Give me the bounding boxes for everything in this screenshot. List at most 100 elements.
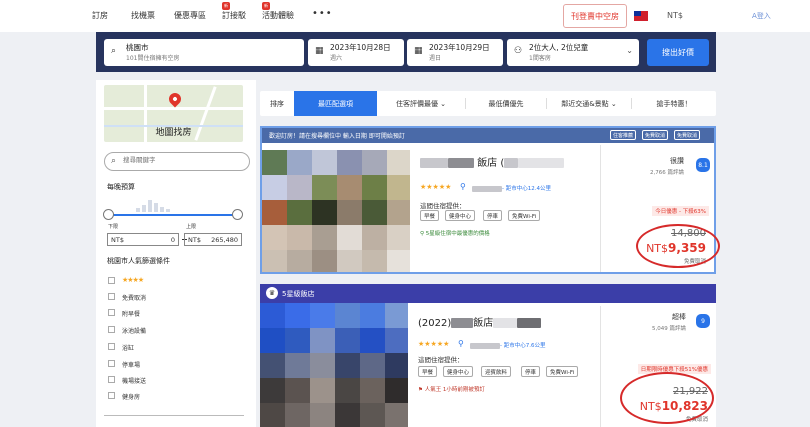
min-label: 下限 xyxy=(108,224,119,230)
checkbox[interactable] xyxy=(108,277,115,284)
distance-text: - 距市中心12.4公里 xyxy=(502,186,551,192)
sort-hot-deals[interactable]: 搶手特惠！ xyxy=(632,91,716,116)
deal-badge: 今日優惠 - 下殺63% xyxy=(652,206,709,216)
hotel-name[interactable]: 飯店 ( xyxy=(420,154,565,169)
chevron-down-icon: ⌄ xyxy=(626,46,633,55)
budget-title: 每晚預算 xyxy=(107,183,135,191)
facilities-title: 這間住宿提供： xyxy=(418,356,464,364)
facility-tag: 早餐 xyxy=(418,366,438,377)
calendar-icon: ▦ xyxy=(414,46,423,56)
facility-tag: 健身中心 xyxy=(445,210,476,221)
star-rating: ★★★★ xyxy=(122,276,144,284)
guests-icon: ⚇ xyxy=(514,46,523,56)
rating-label: 超棒 xyxy=(672,313,686,321)
search-icon: ⌕ xyxy=(111,46,117,56)
search-icon: ⌕ xyxy=(111,156,117,166)
hotel-photo[interactable] xyxy=(262,150,410,272)
review-count[interactable]: 5,049 篇評論 xyxy=(652,324,686,332)
sort-nearby[interactable]: 鄰近交通&景點 ⌄ xyxy=(547,91,631,116)
budget-max-handle[interactable] xyxy=(232,209,243,220)
card-banner: 歡迎訂房！請在搜尋欄位中 輸入日期 即可開始預訂 住客推薦 免費取消 免費取消 xyxy=(262,128,714,143)
facility-tag: 迎賓飲料 xyxy=(481,366,512,377)
hotel-photo[interactable] xyxy=(260,303,408,427)
facility-tag: 健身中心 xyxy=(443,366,474,377)
calendar-icon: ▦ xyxy=(315,46,324,56)
more-menu-icon[interactable]: ••• xyxy=(312,8,333,19)
currency-selector[interactable]: NT$ xyxy=(667,11,683,20)
keyword-search-input[interactable] xyxy=(123,156,243,164)
map-search-tile[interactable]: 地圖找房 xyxy=(104,85,243,142)
tag-pill: 免費取消 xyxy=(674,130,701,140)
taiwan-flag-icon[interactable] xyxy=(634,11,648,21)
checkbox[interactable] xyxy=(108,343,115,350)
nav-flights[interactable]: 找機票 xyxy=(131,10,155,21)
sort-top-rated[interactable]: 住客評價最優 ⌄ xyxy=(377,91,465,116)
score-badge: 9 xyxy=(696,314,710,328)
sort-best-match[interactable]: 最匹配選項 xyxy=(294,91,377,116)
budget-min-handle[interactable] xyxy=(103,209,114,220)
chevron-down-icon: ⌄ xyxy=(608,99,617,108)
annotation-circle xyxy=(620,372,714,424)
chevron-down-icon: ⌄ xyxy=(437,99,447,108)
map-label: 地圖找房 xyxy=(155,128,192,138)
card-banner: ♛ 5星級飯店 xyxy=(260,284,716,303)
nav-deals[interactable]: 優惠專區 xyxy=(174,10,206,21)
distance-text: - 距市中心7.6公里 xyxy=(500,343,546,349)
hotel-card[interactable]: ♛ 5星級飯店 (2022) 飯店 ★★★★★ ⚲ - 距市中心7.6公里 這間住… xyxy=(260,284,716,427)
list-property-button[interactable]: 刊登賣中空房 xyxy=(563,4,627,28)
hotel-name[interactable]: (2022) 飯店 xyxy=(418,314,542,329)
best-price-note: ⚲ 5星級住宿中最優惠的價格 xyxy=(420,231,490,237)
new-badge: 新 xyxy=(222,2,230,10)
facility-tag: 停車 xyxy=(483,210,503,221)
flag-icon: ⚑ xyxy=(418,387,425,393)
sort-label: 排序 xyxy=(270,99,284,108)
popular-filters-title: 桃園市人氣篩選條件 xyxy=(107,257,170,265)
facility-tag: 早餐 xyxy=(420,210,440,221)
price-histogram xyxy=(136,198,186,212)
score-badge: 8.1 xyxy=(696,158,710,172)
checkin-field[interactable]: ▦ 2023年10月28日 週六 xyxy=(308,39,404,66)
max-price-input[interactable]: NT$ 265,480 xyxy=(184,233,242,246)
checkbox[interactable] xyxy=(108,376,115,383)
award-icon: ♛ xyxy=(266,287,278,299)
max-label: 上限 xyxy=(186,224,197,230)
tag-pill: 免費取消 xyxy=(642,130,669,140)
facilities-title: 這間住宿提供： xyxy=(420,202,466,210)
keyword-search[interactable]: ⌕ xyxy=(104,152,250,171)
budget-slider-track[interactable] xyxy=(108,214,238,216)
star-rating: ★★★★★ xyxy=(420,183,452,191)
checkbox[interactable] xyxy=(108,360,115,367)
checkbox[interactable] xyxy=(108,392,115,399)
min-price-input[interactable]: NT$ 0 xyxy=(107,233,179,246)
new-badge: 新 xyxy=(262,2,270,10)
popularity-note: ⚑ 人氣王 1小時前剛被預訂 xyxy=(418,387,485,393)
sort-lowest-price[interactable]: 最低價優先 xyxy=(466,91,546,116)
sort-bar: 排序 最匹配選項 住客評價最優 ⌄ 最低價優先 鄰近交通&景點 ⌄ 搶手特惠！ xyxy=(260,91,716,116)
nav-transfers[interactable]: 新 訂接駁 xyxy=(222,2,246,21)
star-rating: ★★★★★ xyxy=(418,340,450,348)
checkbox[interactable] xyxy=(108,326,115,333)
search-bar: ⌕ 桃園市 101間住宿擁有空房 ▦ 2023年10月28日 週六 ▦ 2023… xyxy=(96,32,716,72)
checkbox[interactable] xyxy=(108,293,115,300)
search-button[interactable]: 搜出好價 xyxy=(647,39,709,66)
nav-hotels[interactable]: 訂房 xyxy=(92,10,108,21)
facility-tag: 免費Wi-Fi xyxy=(508,210,541,221)
location-pin-icon: ⚲ xyxy=(458,339,464,348)
map-pin-icon xyxy=(166,90,184,108)
nav-activities[interactable]: 新 活動體驗 xyxy=(262,2,294,21)
destination-field[interactable]: ⌕ 桃園市 101間住宿擁有空房 xyxy=(104,39,304,66)
hotel-card[interactable]: 歡迎訂房！請在搜尋欄位中 輸入日期 即可開始預訂 住客推薦 免費取消 免費取消 … xyxy=(260,126,720,274)
annotation-circle xyxy=(636,224,720,268)
facility-tag: 停車 xyxy=(521,366,541,377)
location-pin-icon: ⚲ xyxy=(460,182,466,191)
tag-pill: 住客推薦 xyxy=(610,130,637,140)
rating-label: 很讚 xyxy=(670,157,684,165)
filter-sidebar: 地圖找房 ⌕ 每晚預算 下限 上限 NT$ 0 NT$ 265,480 桃園市人… xyxy=(96,80,256,427)
review-count[interactable]: 2,766 篇評論 xyxy=(650,168,684,176)
guests-field[interactable]: ⚇ 2位大人, 2位兒童 1間客房 ⌄ xyxy=(507,39,639,66)
facility-tag: 免費Wi-Fi xyxy=(546,366,579,377)
top-nav: 訂房 找機票 優惠專區 新 訂接駁 新 活動體驗 ••• 刊登賣中空房 NT$ … xyxy=(0,0,810,32)
checkbox[interactable] xyxy=(108,309,115,316)
checkout-field[interactable]: ▦ 2023年10月29日 週日 xyxy=(407,39,503,66)
login-link[interactable]: A登入 xyxy=(752,11,771,21)
